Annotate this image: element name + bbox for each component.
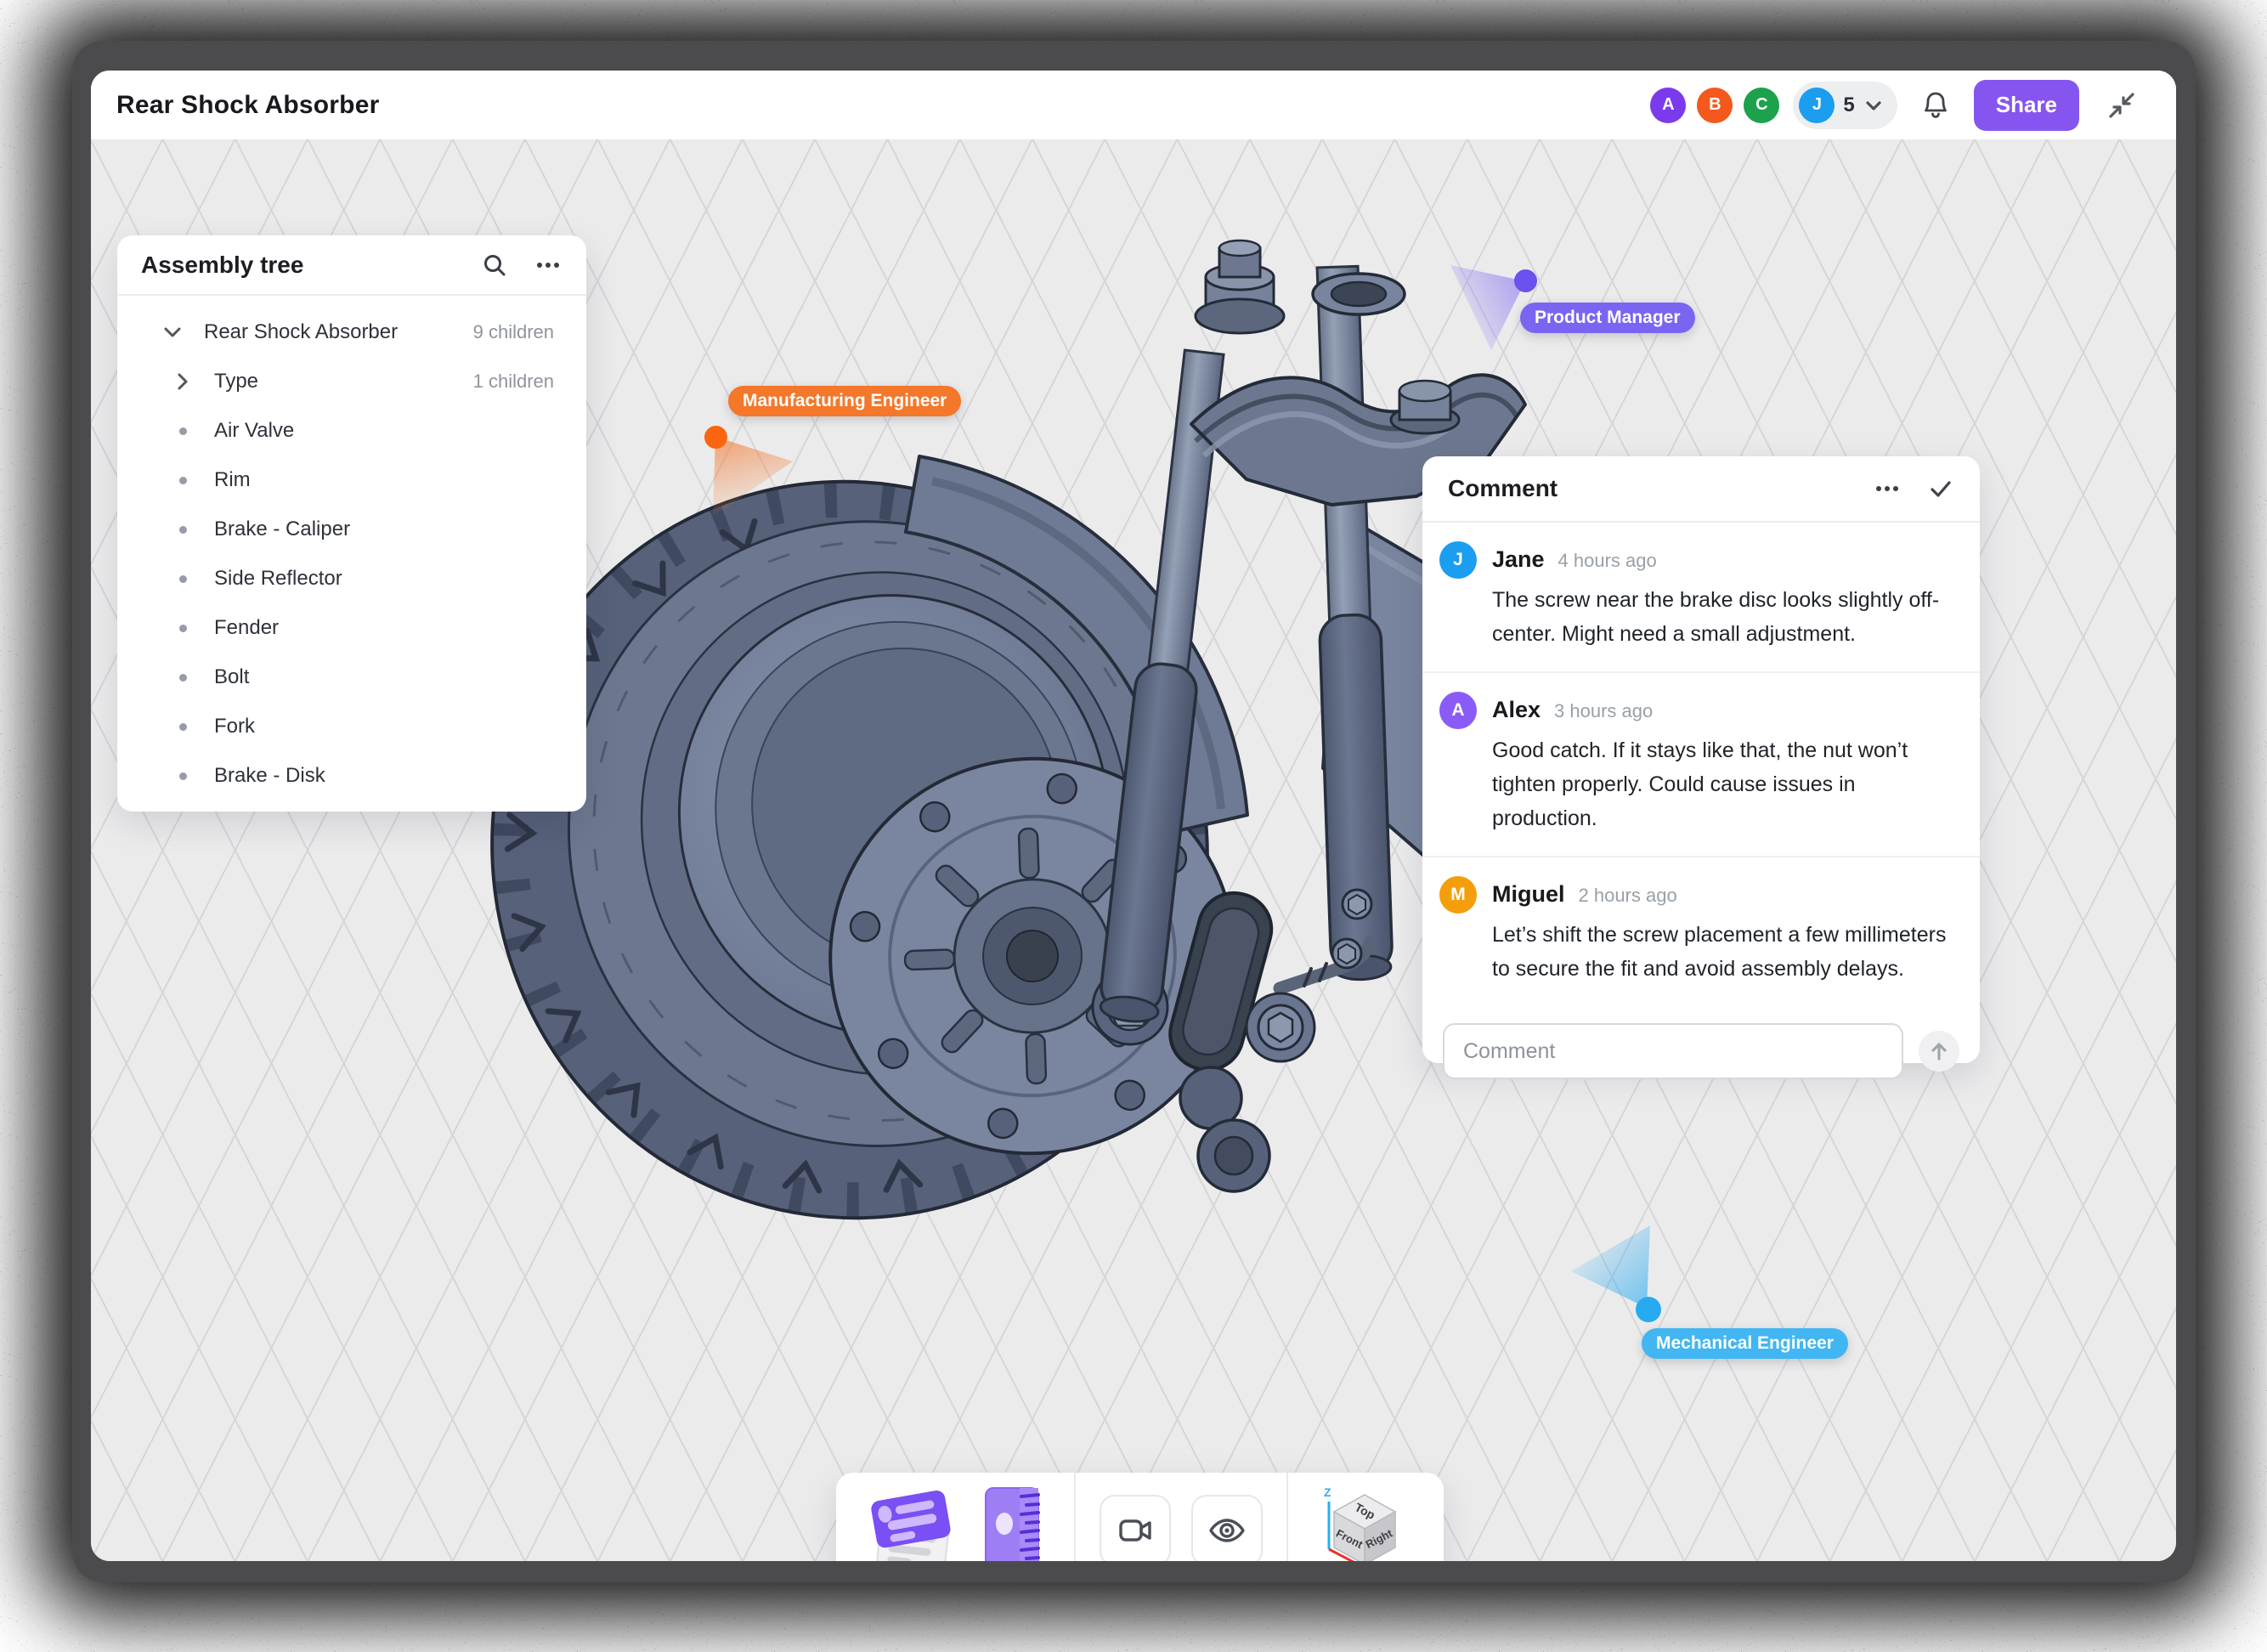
comment-miguel[interactable]: M Miguel 2 hours ago Let’s shift the scr…	[1422, 857, 1980, 1006]
tree-item-children-count: 9 children	[473, 321, 554, 343]
bullet-icon	[179, 625, 187, 632]
bullet-icon	[179, 674, 187, 682]
view-cube[interactable]: Z X Top Front Right	[1312, 1483, 1407, 1561]
cursor-dot	[1636, 1297, 1661, 1322]
tree-item-children-count: 1 children	[473, 371, 554, 393]
ruler-measure-tool-icon[interactable]	[979, 1483, 1050, 1561]
collapse-window-icon[interactable]	[2105, 88, 2139, 122]
avatar-miguel: M	[1439, 876, 1477, 914]
bullet-icon	[179, 723, 187, 731]
tree-item-air-valve[interactable]: Air Valve	[117, 406, 586, 455]
comment-text: Let’s shift the screw placement a few mi…	[1492, 918, 1954, 986]
cursor-dot	[704, 426, 727, 449]
visibility-eye-button[interactable]	[1191, 1495, 1263, 1561]
share-button[interactable]: Share	[1974, 80, 2079, 131]
tree-item-label: Fork	[214, 715, 554, 738]
tree-item-label: Side Reflector	[214, 567, 554, 591]
3d-viewport[interactable]: Assembly tree Rear Shock Absorber 9 chil…	[91, 139, 2176, 1561]
chevron-right-icon[interactable]	[172, 371, 194, 392]
presence-dropdown[interactable]: J 5	[1793, 82, 1897, 129]
tree-item-label: Air Valve	[214, 419, 554, 443]
comment-panel-header: Comment	[1422, 456, 1980, 523]
avatar-b[interactable]: B	[1697, 88, 1733, 123]
comment-text: The screw near the brake disc looks slig…	[1492, 583, 1954, 651]
cursor-mechanical-engineer: Mechanical Engineer	[1569, 1219, 1926, 1406]
tree-item-bolt[interactable]: Bolt	[117, 653, 586, 702]
assembly-tree-title: Assembly tree	[141, 252, 455, 279]
app-window: Rear Shock Absorber A B C J 5 Share	[91, 71, 2176, 1561]
record-video-button[interactable]	[1100, 1495, 1171, 1561]
more-options-icon[interactable]	[1873, 475, 1902, 502]
bottom-toolbar: Z X Top Front Right	[836, 1473, 1444, 1561]
assembly-tree-list: Rear Shock Absorber 9 children Type 1 ch…	[117, 296, 586, 812]
view-cube-z-label: Z	[1324, 1485, 1331, 1499]
comment-panel: Comment J Jane 4 hours ago	[1422, 456, 1980, 1063]
comment-timestamp: 4 hours ago	[1558, 550, 1657, 572]
presence-count: 5	[1843, 93, 1854, 117]
tree-item-rear-shock-absorber[interactable]: Rear Shock Absorber 9 children	[117, 308, 586, 357]
resolve-check-icon[interactable]	[1927, 475, 1954, 502]
tree-item-side-reflector[interactable]: Side Reflector	[117, 554, 586, 603]
top-bar: Rear Shock Absorber A B C J 5 Share	[91, 71, 2176, 139]
comment-panel-title: Comment	[1448, 475, 1847, 502]
tree-item-type[interactable]: Type 1 children	[117, 357, 586, 406]
bullet-icon	[179, 575, 187, 583]
tree-item-fork[interactable]: Fork	[117, 702, 586, 751]
notes-cards-tool-icon[interactable]	[865, 1484, 958, 1561]
tree-item-label: Rear Shock Absorber	[204, 320, 473, 344]
cursor-label: Manufacturing Engineer	[728, 386, 961, 416]
cursor-manufacturing-engineer: Manufacturing Engineer	[703, 386, 1060, 675]
cursor-label: Mechanical Engineer	[1642, 1328, 1848, 1359]
tree-item-label: Brake - Caliper	[214, 518, 554, 541]
tree-item-label: Fender	[214, 616, 554, 640]
avatar-j: J	[1799, 88, 1835, 123]
cursor-product-manager: Product Manager	[1416, 241, 1773, 462]
tree-item-brake-caliper[interactable]: Brake - Caliper	[117, 505, 586, 554]
assembly-tree-panel: Assembly tree Rear Shock Absorber 9 chil…	[117, 235, 586, 812]
comment-input[interactable]	[1443, 1023, 1903, 1079]
page-title: Rear Shock Absorber	[116, 91, 1650, 120]
more-options-icon[interactable]	[534, 252, 563, 279]
bullet-icon	[179, 772, 187, 780]
avatar-jane: J	[1439, 541, 1477, 579]
avatar-a[interactable]: A	[1650, 88, 1686, 123]
bell-icon[interactable]	[1919, 89, 1952, 122]
cursor-dot	[1514, 269, 1537, 292]
comment-timestamp: 3 hours ago	[1554, 700, 1653, 722]
avatar-alex: A	[1439, 692, 1477, 729]
bullet-icon	[179, 526, 187, 534]
comment-alex[interactable]: A Alex 3 hours ago Good catch. If it sta…	[1422, 673, 1980, 857]
comment-timestamp: 2 hours ago	[1579, 885, 1677, 907]
comment-composer	[1422, 1006, 1980, 1101]
comment-jane[interactable]: J Jane 4 hours ago The screw near the br…	[1422, 523, 1980, 673]
send-comment-button[interactable]	[1919, 1031, 1959, 1072]
tree-item-label: Rim	[214, 468, 554, 492]
tree-item-rim[interactable]: Rim	[117, 455, 586, 505]
comment-author: Alex	[1492, 697, 1541, 723]
avatar-c[interactable]: C	[1744, 88, 1779, 123]
bullet-icon	[179, 477, 187, 484]
tree-item-label: Type	[214, 370, 473, 393]
chevron-down-icon[interactable]	[161, 322, 184, 342]
bullet-icon	[179, 427, 187, 435]
cursor-label: Product Manager	[1520, 303, 1695, 333]
assembly-tree-header: Assembly tree	[117, 235, 586, 296]
tree-item-label: Brake - Disk	[214, 764, 554, 788]
screenshot-stage: Rear Shock Absorber A B C J 5 Share	[0, 0, 2267, 1652]
comment-author: Jane	[1492, 546, 1545, 573]
tree-item-label: Bolt	[214, 665, 554, 689]
tree-item-brake-disk[interactable]: Brake - Disk	[117, 751, 586, 801]
search-icon[interactable]	[481, 252, 508, 279]
comment-text: Good catch. If it stays like that, the n…	[1492, 733, 1954, 835]
comment-author: Miguel	[1492, 881, 1565, 908]
chevron-down-icon	[1863, 95, 1884, 116]
tree-item-fender[interactable]: Fender	[117, 603, 586, 653]
